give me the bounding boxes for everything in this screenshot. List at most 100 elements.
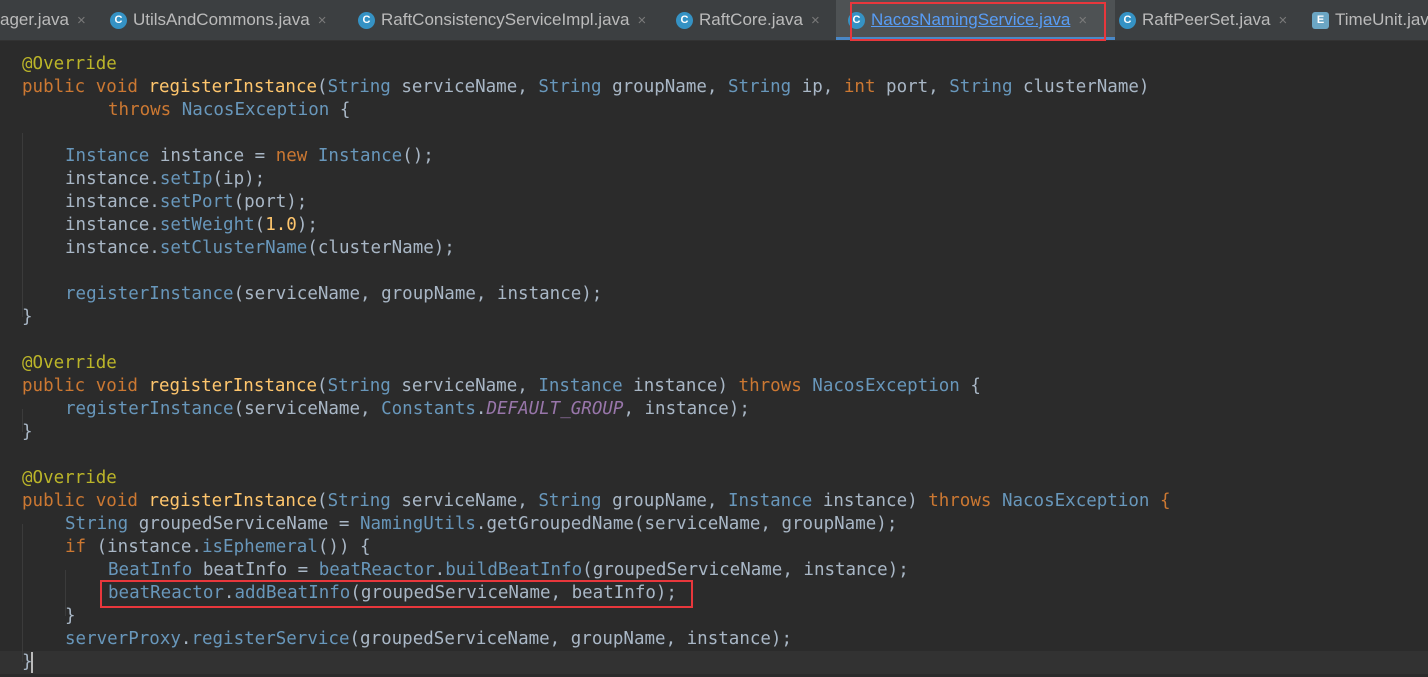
- tab-label: RaftConsistencyServiceImpl.java: [381, 10, 630, 29]
- code-token: {: [1149, 491, 1171, 511]
- code-line-19: @Override: [22, 467, 117, 490]
- tab-label: RaftCore.java: [699, 10, 803, 29]
- code-token: serviceName,: [390, 491, 539, 511]
- method-call: setIp: [159, 169, 213, 189]
- code-token: (clusterName);: [307, 238, 455, 258]
- code-line-14: @Override: [22, 352, 117, 375]
- code-line-20: public void registerInstance(String serv…: [22, 490, 1171, 513]
- code-token: ();: [402, 146, 434, 166]
- keyword: public: [22, 376, 86, 396]
- tab-utils-and-commons[interactable]: C UtilsAndCommons.java ×: [110, 0, 326, 40]
- field-name: beatReactor: [108, 583, 224, 603]
- close-icon[interactable]: ×: [1279, 12, 1288, 29]
- code-token: clusterName): [1012, 77, 1150, 97]
- code-line-15: public void registerInstance(String serv…: [22, 375, 981, 398]
- code-token: {: [329, 100, 351, 120]
- code-token: (port);: [233, 192, 308, 212]
- code-token: instance): [812, 491, 929, 511]
- code-token: instance.: [65, 238, 160, 258]
- keyword: throws: [108, 100, 172, 120]
- code-token: (: [254, 215, 266, 235]
- keyword: public: [22, 77, 86, 97]
- code-line-12: }: [22, 306, 33, 329]
- tab-raft-consistency-service-impl[interactable]: C RaftConsistencyServiceImpl.java ×: [358, 0, 646, 40]
- tab-label: UtilsAndCommons.java: [133, 10, 310, 29]
- constant: DEFAULT_GROUP: [486, 399, 624, 419]
- code-token: );: [296, 215, 318, 235]
- tab-nacos-naming-service[interactable]: C NacosNamingService.java ×: [836, 0, 1115, 40]
- code-token: (serviceName,: [233, 399, 382, 419]
- type-name: Instance: [727, 491, 813, 511]
- text-caret: [31, 652, 33, 673]
- close-icon[interactable]: ×: [318, 12, 327, 29]
- method-call: setClusterName: [159, 238, 308, 258]
- code-line-23: BeatInfo beatInfo = beatReactor.buildBea…: [108, 559, 909, 582]
- code-line-8: instance.setWeight(1.0);: [65, 214, 318, 237]
- code-token: {: [959, 376, 981, 396]
- class-icon: C: [676, 11, 693, 29]
- annotation: @Override: [22, 54, 117, 74]
- tab-label: RaftPeerSet.java: [1142, 10, 1271, 29]
- type-name: String: [65, 514, 129, 534]
- type-name: Instance: [317, 146, 403, 166]
- code-token: .getGroupedName(serviceName, groupName);: [475, 514, 898, 534]
- code-token: }: [22, 307, 33, 327]
- tab-time-unit[interactable]: E TimeUnit.jav: [1312, 0, 1428, 40]
- type-name: String: [327, 376, 391, 396]
- code-token: serviceName,: [390, 77, 539, 97]
- code-token: (: [317, 77, 328, 97]
- code-token: (groupedServiceName, beatInfo);: [350, 583, 677, 603]
- annotation: @Override: [22, 468, 117, 488]
- tab-label: NacosNamingService.java: [871, 10, 1071, 29]
- keyword: void: [95, 77, 138, 97]
- code-line-2: public void registerInstance(String serv…: [22, 76, 1149, 99]
- close-icon[interactable]: ×: [811, 12, 820, 29]
- code-token: (: [317, 376, 328, 396]
- code-editor[interactable]: @Override public void registerInstance(S…: [0, 41, 1428, 677]
- class-icon: C: [1119, 11, 1136, 29]
- code-token: ()) {: [317, 537, 371, 557]
- code-token: serviceName,: [390, 376, 539, 396]
- code-line-5: Instance instance = new Instance();: [65, 145, 434, 168]
- type-name: String: [727, 77, 792, 97]
- type-name: NacosException: [181, 100, 330, 120]
- tab-ager-java[interactable]: ager.java ×: [0, 0, 86, 40]
- type-name: BeatInfo: [108, 560, 193, 580]
- close-icon[interactable]: ×: [77, 12, 86, 29]
- code-line-17: }: [22, 421, 33, 444]
- code-token: }: [65, 606, 76, 626]
- close-icon[interactable]: ×: [1078, 12, 1087, 29]
- enum-icon: E: [1312, 11, 1329, 29]
- code-token: groupedServiceName =: [128, 514, 361, 534]
- type-name: String: [327, 491, 391, 511]
- code-line-22: if (instance.isEphemeral()) {: [65, 536, 371, 559]
- keyword: void: [95, 376, 138, 396]
- code-token: instance.: [65, 215, 160, 235]
- type-name: Instance: [538, 376, 623, 396]
- close-icon[interactable]: ×: [637, 12, 646, 29]
- code-token: .: [223, 583, 235, 603]
- tab-raft-peer-set[interactable]: C RaftPeerSet.java ×: [1119, 0, 1287, 40]
- method-call: setWeight: [159, 215, 255, 235]
- class-icon: C: [110, 11, 127, 29]
- code-token: }: [22, 422, 33, 442]
- type-name: String: [327, 77, 391, 97]
- type-name: Instance: [65, 146, 150, 166]
- code-token: (groupedServiceName, instance);: [582, 560, 909, 580]
- code-token: instance): [622, 376, 739, 396]
- code-line-3: throws NacosException {: [108, 99, 350, 122]
- code-line-25: }: [65, 605, 76, 628]
- type-name: String: [949, 77, 1013, 97]
- code-line-7: instance.setPort(port);: [65, 191, 307, 214]
- code-line-6: instance.setIp(ip);: [65, 168, 265, 191]
- method-call: buildBeatInfo: [445, 560, 583, 580]
- code-token: (serviceName, groupName, instance);: [233, 284, 603, 304]
- code-token: instance.: [65, 169, 160, 189]
- indent-guide: [22, 524, 23, 662]
- code-token: instance.: [65, 192, 160, 212]
- tab-raft-core[interactable]: C RaftCore.java ×: [676, 0, 820, 40]
